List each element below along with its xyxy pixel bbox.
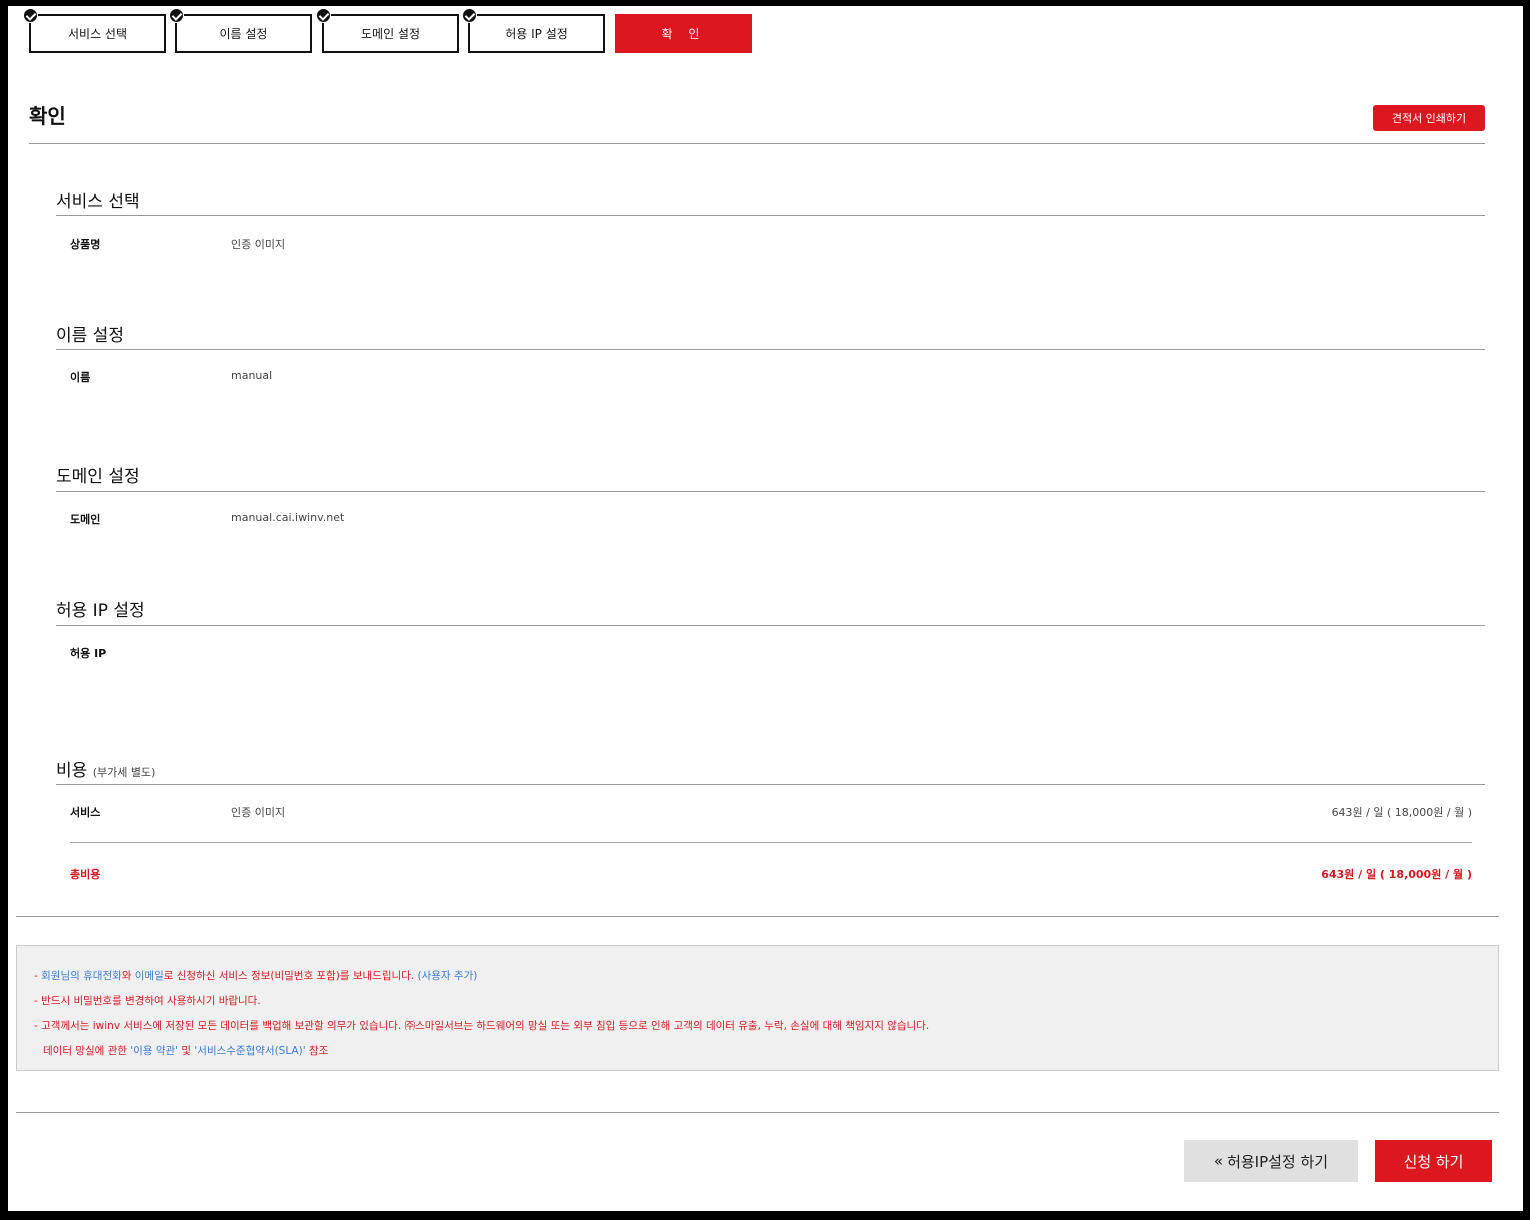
product-name-label: 상품명 bbox=[70, 238, 101, 251]
total-price: 643원 / 일 ( 18,000원 / 월 ) bbox=[1321, 868, 1472, 881]
step-service-select[interactable]: 서비스 선택 bbox=[23, 8, 166, 53]
divider bbox=[16, 1112, 1499, 1113]
notice-phone-text: 회원님의 휴대전화 bbox=[41, 970, 122, 982]
product-name-value: 인증 이미지 bbox=[231, 238, 286, 251]
page-title: 확인 bbox=[29, 104, 66, 128]
divider bbox=[70, 842, 1472, 843]
divider bbox=[16, 916, 1499, 917]
step-name-setting[interactable]: 이름 설정 bbox=[169, 8, 312, 53]
page: 서비스 선택 이름 설정 도메인 설정 허용 IP 설정 확 인 확인 견적서 … bbox=[8, 6, 1523, 1211]
divider bbox=[29, 143, 1485, 144]
allowed-ip-label: 허용 IP bbox=[70, 647, 107, 660]
step-label: 이름 설정 bbox=[219, 27, 268, 41]
section-title-ip: 허용 IP 설정 bbox=[56, 601, 145, 621]
section-title-domain: 도메인 설정 bbox=[56, 467, 140, 487]
notice-line-2: - 반드시 비밀번호를 변경하여 사용하시기 바랍니다. bbox=[34, 995, 261, 1007]
step-confirm[interactable]: 확 인 bbox=[615, 14, 752, 53]
notice-text: 와 bbox=[121, 970, 135, 982]
print-quote-button[interactable]: 견적서 인쇄하기 bbox=[1373, 105, 1485, 131]
step-label: 서비스 선택 bbox=[67, 27, 127, 41]
add-user-link[interactable]: (사용자 추가) bbox=[418, 970, 478, 982]
notice-box: - 회원님의 휴대전화와 이메일로 신청하신 서비스 정보(비밀번호 포함)를 … bbox=[16, 945, 1499, 1071]
divider bbox=[56, 349, 1485, 350]
check-icon bbox=[169, 8, 184, 23]
cost-service-value: 인증 이미지 bbox=[231, 806, 286, 819]
submit-button[interactable]: 신청 하기 bbox=[1375, 1140, 1492, 1182]
name-value: manual bbox=[231, 369, 273, 382]
notice-text: 참조 bbox=[305, 1045, 329, 1057]
check-icon bbox=[23, 8, 38, 23]
check-icon bbox=[316, 8, 331, 23]
notice-line-1: - 회원님의 휴대전화와 이메일로 신청하신 서비스 정보(비밀번호 포함)를 … bbox=[34, 964, 1481, 989]
notice-line-3: - 고객께서는 iwinv 서비스에 저장된 모든 데이터를 백업해 보관할 의… bbox=[34, 1020, 930, 1032]
domain-value: manual.cai.iwinv.net bbox=[231, 511, 345, 524]
divider bbox=[56, 215, 1485, 216]
sla-link[interactable]: '서비스수준협약서(SLA)' bbox=[194, 1045, 305, 1057]
section-title-name: 이름 설정 bbox=[56, 326, 124, 346]
cost-service-label: 서비스 bbox=[70, 806, 101, 819]
step-label: 허용 IP 설정 bbox=[505, 27, 568, 41]
step-label: 확 인 bbox=[661, 27, 706, 41]
vat-note: (부가세 별도) bbox=[92, 766, 156, 779]
cost-title: 비용 bbox=[56, 761, 88, 781]
step-ip-setting[interactable]: 허용 IP 설정 bbox=[462, 8, 605, 53]
double-chevron-left-icon: « bbox=[1213, 1152, 1224, 1170]
notice-email-text: 이메일 bbox=[134, 970, 164, 982]
terms-link[interactable]: '이용 약관' bbox=[130, 1045, 178, 1057]
notice-line-4: 데이터 망실에 관한 '이용 약관' 및 '서비스수준협약서(SLA)' 참조 bbox=[34, 1039, 1481, 1064]
domain-label: 도메인 bbox=[70, 513, 101, 526]
back-button-label: 허용IP설정 하기 bbox=[1227, 1152, 1329, 1171]
step-domain-setting[interactable]: 도메인 설정 bbox=[316, 8, 459, 53]
section-title-cost: 비용 (부가세 별도) bbox=[56, 756, 155, 781]
back-to-ip-setting-button[interactable]: « 허용IP설정 하기 bbox=[1184, 1140, 1358, 1182]
service-price: 643원 / 일 ( 18,000원 / 월 ) bbox=[1331, 806, 1472, 819]
step-label: 도메인 설정 bbox=[360, 27, 420, 41]
section-title-service: 서비스 선택 bbox=[56, 192, 140, 212]
notice-text: 및 bbox=[178, 1045, 195, 1057]
notice-text: 로 신청하신 서비스 정보(비밀번호 포함)를 보내드립니다. bbox=[163, 970, 418, 982]
name-label: 이름 bbox=[70, 371, 91, 384]
check-icon bbox=[462, 8, 477, 23]
divider bbox=[56, 784, 1485, 785]
divider bbox=[56, 625, 1485, 626]
total-cost-label: 총비용 bbox=[70, 868, 101, 881]
notice-text: 데이터 망실에 관한 bbox=[43, 1045, 131, 1057]
divider bbox=[56, 491, 1485, 492]
